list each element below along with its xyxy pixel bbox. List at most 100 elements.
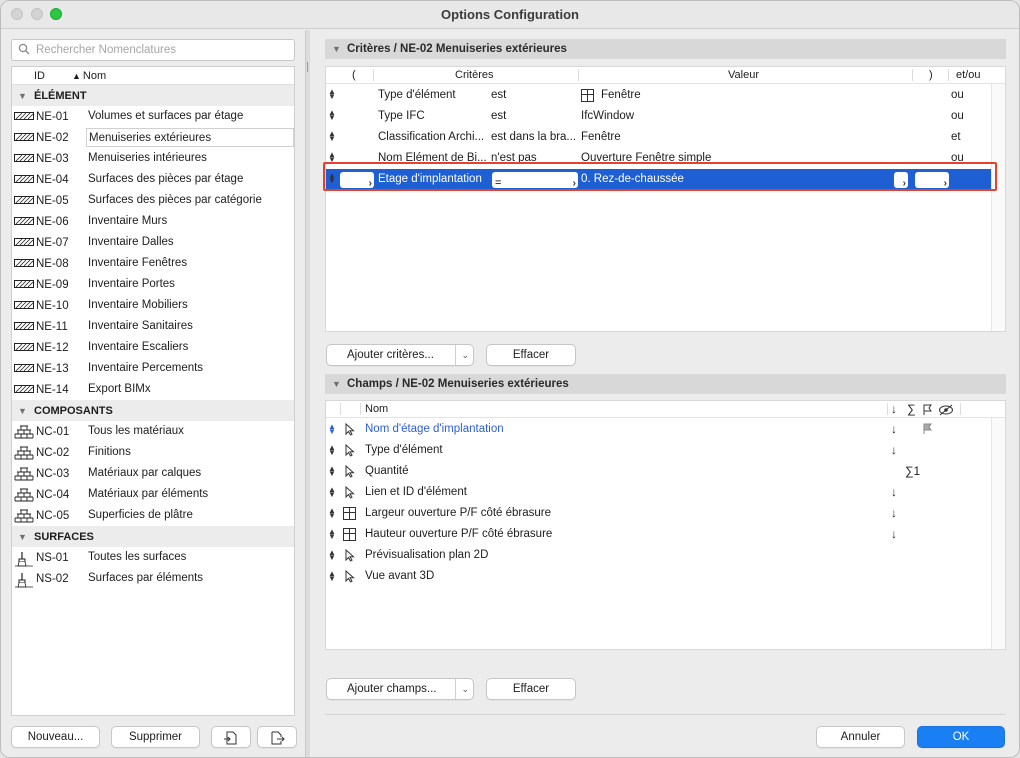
disclosure-triangle-icon[interactable]: ▼ [18,532,34,542]
list-item[interactable]: NE-14 Export BIMx [12,379,294,400]
reorder-handle-icon[interactable]: ▲ ▼ [328,570,336,583]
delete-button[interactable]: Supprimer [111,726,200,748]
criterion-name[interactable]: Classification Archi... [378,131,488,143]
reorder-handle-icon[interactable]: ▲ ▼ [328,507,336,520]
add-criteria-button[interactable]: Ajouter critères... ⌄ [326,344,474,366]
fields-scrollbar[interactable] [991,418,1005,649]
field-name[interactable]: Vue avant 3D [365,570,434,582]
criterion-value[interactable]: 0. Rez-de-chaussée [581,173,684,185]
cancel-button[interactable]: Annuler [816,726,905,748]
criterion-and-or[interactable]: ou [951,152,964,164]
reorder-handle-icon[interactable]: ▲ ▼ [328,131,336,141]
criterion-operator[interactable]: n'est pas [491,152,577,164]
field-name[interactable]: Quantité [365,465,408,477]
search-input[interactable] [36,42,286,58]
open-paren-select[interactable]: › [340,172,374,189]
reorder-handle-icon[interactable]: ▲ ▼ [328,110,336,120]
column-header-nom[interactable]: ▲ Nom [62,70,106,82]
field-row[interactable]: ▲ ▼ Largeur ouverture P/F côté ébrasure ↓ [326,503,992,524]
export-button[interactable] [257,726,297,748]
ok-button[interactable]: OK [917,726,1005,748]
criteria-row[interactable]: ▲ ▼ Type d'élément est Fenêtre ou [326,85,992,106]
reorder-handle-icon[interactable]: ▲ ▼ [328,549,336,562]
list-item[interactable]: NE-09 Inventaire Portes [12,274,294,295]
list-item[interactable]: NC-01 Tous les matériaux [12,421,294,442]
group-header-2[interactable]: ▼ SURFACES [12,526,294,547]
chevron-down-icon[interactable]: ⌄ [455,679,469,699]
field-row[interactable]: ▲ ▼ Vue avant 3D [326,566,992,587]
criterion-and-or[interactable]: ou [951,110,964,122]
reorder-handle-icon[interactable]: ▲ ▼ [328,444,336,457]
field-sort-indicator[interactable]: ↓ [891,422,897,436]
list-item[interactable]: NE-11 Inventaire Sanitaires [12,316,294,337]
list-item[interactable]: NE-05 Surfaces des pièces par catégorie [12,190,294,211]
list-item[interactable]: NC-02 Finitions [12,442,294,463]
field-row[interactable]: ▲ ▼ Type d'élément ↓ [326,440,992,461]
list-item[interactable]: NS-02 Surfaces par éléments [12,568,294,589]
operator-select[interactable]: = › [492,172,578,189]
reorder-handle-icon[interactable]: ▲ ▼ [328,173,336,183]
field-sort-indicator[interactable]: ↓ [891,506,897,520]
value-picker-button[interactable]: › [894,172,908,189]
reorder-handle-icon[interactable]: ▲ ▼ [328,89,336,99]
list-item[interactable]: NE-13 Inventaire Percements [12,358,294,379]
field-row[interactable]: ▲ ▼ Hauteur ouverture P/F côté ébrasure ↓ [326,524,992,545]
panel-splitter[interactable] [305,30,310,757]
list-item[interactable]: NC-03 Matériaux par calques [12,463,294,484]
flag-icon[interactable] [922,423,934,438]
criterion-name[interactable]: Type IFC [378,110,488,122]
list-item[interactable]: NE-06 Inventaire Murs [12,211,294,232]
criteria-row-active[interactable]: ▲ ▼ › Étage d'implantation = › 0. Rez-de-chaus… [326,169,992,190]
group-header-0[interactable]: ▼ ÉLÉMENT [12,85,294,106]
and-or-select[interactable]: › [915,172,949,189]
reorder-handle-icon[interactable]: ▲ ▼ [328,528,336,541]
list-item[interactable]: NC-04 Matériaux par éléments [12,484,294,505]
criteria-section-header[interactable]: ▼ Critères / NE-02 Menuiseries extérieur… [325,39,1006,59]
field-name[interactable]: Type d'élément [365,444,443,456]
list-item[interactable]: NS-01 Toutes les surfaces [12,547,294,568]
reorder-handle-icon[interactable]: ▲ ▼ [328,423,336,436]
field-sort-indicator[interactable]: ↓ [891,527,897,541]
import-button[interactable] [211,726,251,748]
field-row[interactable]: ▲ ▼ Quantité ∑1 [326,461,992,482]
field-name[interactable]: Largeur ouverture P/F côté ébrasure [365,507,551,519]
list-item[interactable]: NC-05 Superficies de plâtre [12,505,294,526]
criteria-row[interactable]: ▲ ▼ Type IFC est IfcWindow ou [326,106,992,127]
field-sum-indicator[interactable]: ∑1 [905,464,920,478]
criterion-name[interactable]: Étage d'implantation [378,173,482,185]
criterion-operator[interactable]: est [491,110,577,122]
clear-fields-button[interactable]: Effacer [486,678,576,700]
field-sort-indicator[interactable]: ↓ [891,485,897,499]
reorder-handle-icon[interactable]: ▲ ▼ [328,465,336,478]
reorder-handle-icon[interactable]: ▲ ▼ [328,486,336,499]
field-name[interactable]: Lien et ID d'élément [365,486,467,498]
list-item[interactable]: NE-04 Surfaces des pièces par étage [12,169,294,190]
list-item[interactable]: NE-07 Inventaire Dalles [12,232,294,253]
field-name[interactable]: Nom d'étage d'implantation [365,423,504,435]
clear-criteria-button[interactable]: Effacer [486,344,576,366]
column-header-id[interactable]: ID [12,70,62,82]
criterion-operator[interactable]: est dans la bra... [491,131,577,143]
field-name[interactable]: Hauteur ouverture P/F côté ébrasure [365,528,552,540]
list-item[interactable]: NE-03 Menuiseries intérieures [12,148,294,169]
fields-section-header[interactable]: ▼ Champs / NE-02 Menuiseries extérieures [325,374,1006,394]
field-row[interactable]: ▲ ▼ Nom d'étage d'implantation ↓ [326,419,992,440]
field-name[interactable]: Prévisualisation plan 2D [365,549,488,561]
group-header-1[interactable]: ▼ COMPOSANTS [12,400,294,421]
criterion-operator[interactable]: est [491,89,577,101]
search-box[interactable] [11,39,295,61]
add-fields-button[interactable]: Ajouter champs... ⌄ [326,678,474,700]
criterion-and-or[interactable]: et [951,131,961,143]
reorder-handle-icon[interactable]: ▲ ▼ [328,152,336,162]
criterion-value[interactable]: Ouverture Fenêtre simple [581,152,711,164]
chevron-down-icon[interactable]: ⌄ [455,345,469,365]
criterion-value[interactable]: Fenêtre [581,131,621,143]
list-item[interactable]: NE-10 Inventaire Mobiliers [12,295,294,316]
list-item[interactable]: NE-12 Inventaire Escaliers [12,337,294,358]
criterion-value[interactable]: IfcWindow [581,110,634,122]
criteria-row[interactable]: ▲ ▼ Nom Élément de Bi... n'est pas Ouverture… [326,148,992,169]
criterion-and-or[interactable]: ou [951,89,964,101]
disclosure-triangle-icon[interactable]: ▼ [18,91,34,101]
list-item[interactable]: NE-08 Inventaire Fenêtres [12,253,294,274]
criterion-name[interactable]: Type d'élément [378,89,488,101]
